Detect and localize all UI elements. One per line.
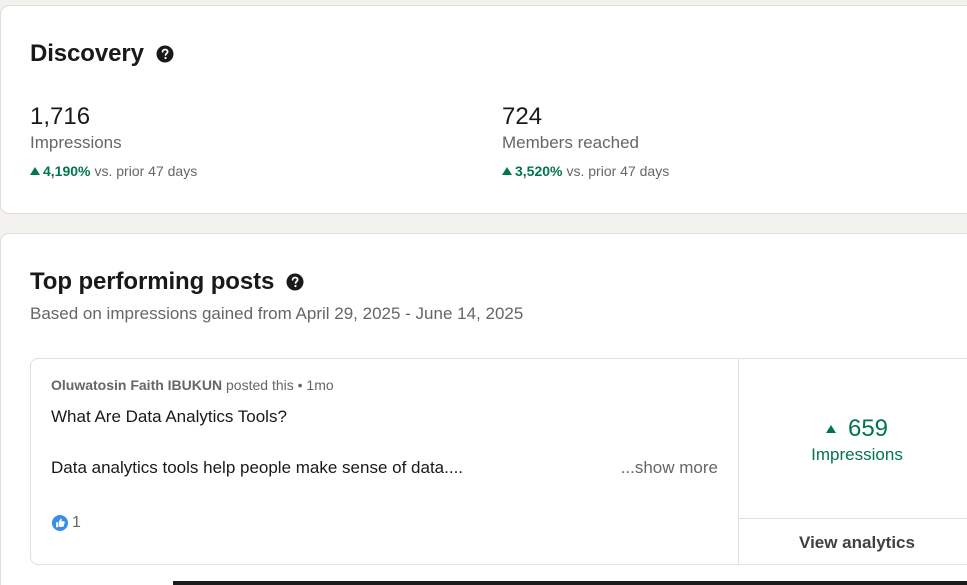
discovery-title: Discovery xyxy=(30,40,144,67)
view-analytics-button[interactable]: View analytics xyxy=(739,533,967,553)
impressions-label: Impressions xyxy=(30,133,122,152)
post-stats: 659 Impressions View analytics xyxy=(739,359,967,564)
triangle-up-icon xyxy=(825,424,836,433)
members-label: Members reached xyxy=(502,133,640,152)
reaction-count: 1 xyxy=(72,514,81,531)
post-body: Data analytics tools help people make se… xyxy=(51,458,464,477)
impressions-change: 4,190% vs. prior 47 days xyxy=(30,163,197,179)
members-change-text: vs. prior 47 days xyxy=(566,163,670,179)
discovery-card: Discovery 1,716 Impressions 4,190% vs. p… xyxy=(0,5,967,214)
impressions-change-text: vs. prior 47 days xyxy=(94,163,198,179)
post-reactions[interactable]: 1 xyxy=(51,514,81,532)
top-posts-heading: Top performing posts xyxy=(30,268,304,296)
bottom-edge-bar xyxy=(173,581,967,585)
top-posts-subtitle: Based on impressions gained from April 2… xyxy=(30,304,524,323)
show-more-link[interactable]: ...show more xyxy=(621,458,718,478)
members-reached-metric[interactable]: 724 Members reached 3,520% vs. prior 47 … xyxy=(502,103,669,179)
post-title: What Are Data Analytics Tools? xyxy=(51,407,287,426)
post-card: Oluwatosin Faith IBUKUN posted this • 1m… xyxy=(30,358,967,565)
post-meta-text: posted this • 1mo xyxy=(222,377,334,393)
triangle-up-icon xyxy=(30,166,40,175)
help-icon[interactable] xyxy=(156,45,174,63)
top-posts-card: Top performing posts Based on impression… xyxy=(0,233,967,585)
impressions-value: 1,716 xyxy=(30,103,91,130)
post-content[interactable]: Oluwatosin Faith IBUKUN posted this • 1m… xyxy=(31,359,739,564)
post-impressions-value-row: 659 xyxy=(739,415,967,443)
help-icon[interactable] xyxy=(286,273,304,291)
impressions-metric[interactable]: 1,716 Impressions 4,190% vs. prior 47 da… xyxy=(30,103,197,179)
discovery-heading: Discovery xyxy=(30,40,174,68)
post-author[interactable]: Oluwatosin Faith IBUKUN xyxy=(51,377,222,393)
members-value: 724 xyxy=(502,103,543,130)
impressions-change-pct: 4,190% xyxy=(43,163,91,179)
post-impressions-value: 659 xyxy=(847,415,889,442)
post-impressions-stat: 659 Impressions xyxy=(739,359,967,519)
members-change: 3,520% vs. prior 47 days xyxy=(502,163,669,179)
post-meta: Oluwatosin Faith IBUKUN posted this • 1m… xyxy=(51,377,334,393)
top-posts-title: Top performing posts xyxy=(30,268,275,295)
triangle-up-icon xyxy=(502,166,512,175)
post-impressions-label: Impressions xyxy=(811,445,903,464)
members-change-pct: 3,520% xyxy=(515,163,563,179)
like-reaction-icon xyxy=(51,514,69,532)
